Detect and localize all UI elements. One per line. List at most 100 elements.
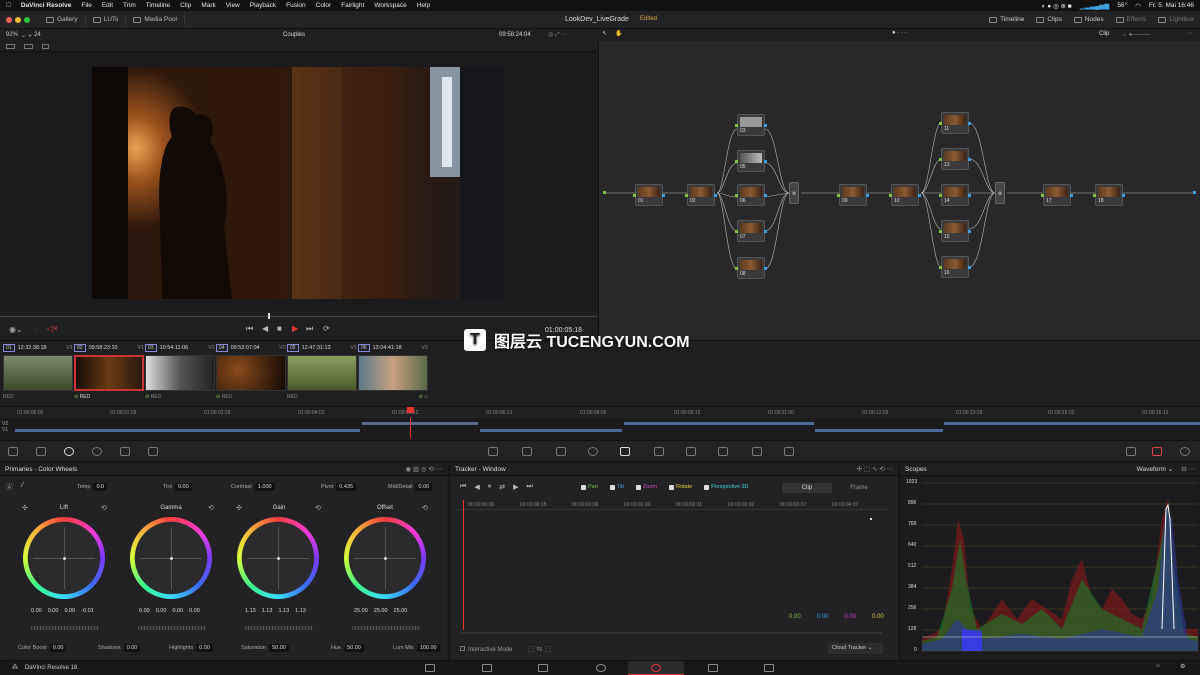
first-frame-button[interactable]: ⏮ <box>246 324 253 334</box>
menu-help[interactable]: Help <box>417 2 430 9</box>
node-graph[interactable]: 01 02 03 05 06 07 08 ⊗ 09 10 11 13 14 15… <box>598 41 1200 340</box>
color-page-icon[interactable] <box>651 664 661 672</box>
pivot-value[interactable]: 0.435 <box>336 483 356 491</box>
temp-value[interactable]: 0.0 <box>93 483 108 491</box>
menu-view[interactable]: View <box>226 2 240 9</box>
node-input[interactable] <box>685 194 688 197</box>
info-icon[interactable] <box>1180 447 1190 456</box>
menu-mark[interactable]: Mark <box>201 2 215 9</box>
clip-thumbnail-selected[interactable]: 02 09:58:23:10 V1 ⊘ RED <box>74 343 144 400</box>
gain-g[interactable]: 1.13 <box>278 608 289 614</box>
offset-b[interactable]: 25.00 <box>394 608 408 614</box>
gain-master-slider[interactable] <box>245 626 313 630</box>
shadows-value[interactable]: 0.00 <box>123 644 141 652</box>
shadows-field[interactable]: Shadows 0.00 <box>98 644 141 652</box>
zoom-checkbox[interactable]: Zoom <box>635 484 657 490</box>
curves-icon[interactable] <box>488 447 498 456</box>
wifi-icon[interactable]: ◠ <box>1135 2 1141 10</box>
settings-icon[interactable]: ⚙ <box>1180 663 1185 670</box>
node-output[interactable] <box>968 122 971 125</box>
sizing-icon[interactable] <box>752 447 762 456</box>
rotate-checkbox[interactable]: Rotate <box>669 484 692 490</box>
offset-r[interactable]: 25.00 <box>354 608 368 614</box>
node-input[interactable] <box>939 194 942 197</box>
track-forward-button[interactable]: ▶ <box>513 483 518 491</box>
node-output[interactable] <box>764 124 767 127</box>
offset-values[interactable]: 25.00 25.00 25.00 <box>354 608 407 614</box>
gamma-reset-icon[interactable]: ⟲ <box>208 504 214 512</box>
menu-fusion[interactable]: Fusion <box>286 2 306 9</box>
viewer-timecode[interactable]: 09:58:24:04 <box>499 32 531 38</box>
node-input[interactable] <box>735 194 738 197</box>
node-input[interactable] <box>735 124 738 127</box>
minimize-window-button[interactable] <box>15 16 21 23</box>
node-input[interactable] <box>735 267 738 270</box>
scopes-toggle-icon[interactable] <box>1152 447 1162 456</box>
close-window-button[interactable] <box>6 16 12 23</box>
node-input[interactable] <box>1041 194 1044 197</box>
node-output[interactable] <box>1070 194 1073 197</box>
gamma-r[interactable]: 0.00 <box>156 608 167 614</box>
node-output[interactable] <box>968 158 971 161</box>
gamma-b[interactable]: 0.00 <box>189 608 200 614</box>
clip-thumbnail[interactable]: 03 10:54:11:06 V1 ⊘ RED <box>145 343 215 400</box>
weather-temperature[interactable]: 56° <box>1117 2 1127 9</box>
keyframes-icon[interactable] <box>1126 447 1136 456</box>
gain-reset-icon[interactable]: ⟲ <box>315 504 321 512</box>
status-icons[interactable]: ◐ ● ◎ ⊕ ■ <box>1042 2 1072 10</box>
auto-balance-icon[interactable]: Ⓐ <box>6 482 13 492</box>
fusion-page-icon[interactable] <box>596 664 606 672</box>
key-icon[interactable] <box>718 447 728 456</box>
rgb-mixer-icon[interactable] <box>92 447 102 456</box>
fairlight-page-icon[interactable] <box>708 664 718 672</box>
node-output[interactable] <box>764 267 767 270</box>
lift-g[interactable]: 0.00 <box>64 608 75 614</box>
fps-value[interactable]: 24 <box>34 32 41 38</box>
nodes-toggle-button[interactable]: Nodes <box>1068 16 1110 23</box>
node-16[interactable]: 16 <box>939 256 971 278</box>
qualifier-icon[interactable] <box>556 447 566 456</box>
pivot-field[interactable]: Pivot 0.435 <box>321 483 356 491</box>
tint-value[interactable]: 0.00 <box>174 483 192 491</box>
split-view-icon[interactable] <box>24 44 33 49</box>
gamma-g[interactable]: 0.00 <box>172 608 183 614</box>
node-05[interactable]: 05 <box>735 150 767 172</box>
menu-clip[interactable]: Clip <box>180 2 191 9</box>
node-output[interactable] <box>1122 194 1125 197</box>
menubar-datetime[interactable]: Fr. 5. Mai 16:46 <box>1149 2 1194 9</box>
scope-options-icons[interactable]: ⊟ ⋯ <box>1181 465 1195 473</box>
gamma-master-slider[interactable] <box>138 626 206 630</box>
lift-values[interactable]: 0.00 0.00 0.00 -0.01 <box>31 608 94 614</box>
tracker-scrollbar[interactable] <box>460 632 882 634</box>
edit-page-icon[interactable] <box>538 664 548 672</box>
node-17[interactable]: 17 <box>1041 184 1073 206</box>
middetail-field[interactable]: Mid/Detail 0.00 <box>388 483 433 491</box>
layer-mixer-node[interactable]: ⊗ <box>789 182 799 204</box>
node-output[interactable] <box>968 266 971 269</box>
hdr-icon[interactable] <box>148 447 158 456</box>
menu-color[interactable]: Color <box>316 2 332 9</box>
picker-icon[interactable]: ⁄ <box>22 482 23 489</box>
offset-master-slider[interactable] <box>352 626 420 630</box>
tracker-mode-icons[interactable]: ✣ ⬚ ∿ ⟲ ⋯ <box>857 465 893 473</box>
highlights-value[interactable]: 0.00 <box>196 644 213 652</box>
gain-b[interactable]: 1.13 <box>295 608 306 614</box>
node-03[interactable]: 03 <box>735 114 767 136</box>
node-options-icon[interactable]: ⋯ <box>1186 30 1192 37</box>
colorboost-field[interactable]: Color Boost 0.00 <box>18 644 67 652</box>
lift-reset-icon[interactable]: ⟲ <box>101 504 107 512</box>
zoom-window-button[interactable] <box>24 16 30 23</box>
gain-y[interactable]: 1.13 <box>245 608 256 614</box>
lightbox-toggle-button[interactable]: Lightbox <box>1152 16 1200 23</box>
middetail-value[interactable]: 0.00 <box>415 483 433 491</box>
node-input[interactable] <box>889 194 892 197</box>
node-output[interactable] <box>968 194 971 197</box>
clip-thumbnail[interactable]: 05 12:47:31:13 V1 RED <box>287 343 357 400</box>
node-output[interactable] <box>968 230 971 233</box>
timeline-ruler[interactable]: 01:00:00:00 01:00:01:09 01:00:02:18 01:0… <box>0 406 1200 418</box>
layer-mixer-node-2[interactable]: ⊗ <box>995 182 1005 204</box>
clip-thumbnail[interactable]: 06 13:04:41:18 V2 ⊘ ◇ <box>358 343 428 400</box>
track-clip-v1[interactable] <box>15 429 360 432</box>
zoom-dropdown[interactable]: 92% <box>6 32 18 38</box>
node-output[interactable] <box>714 194 717 197</box>
